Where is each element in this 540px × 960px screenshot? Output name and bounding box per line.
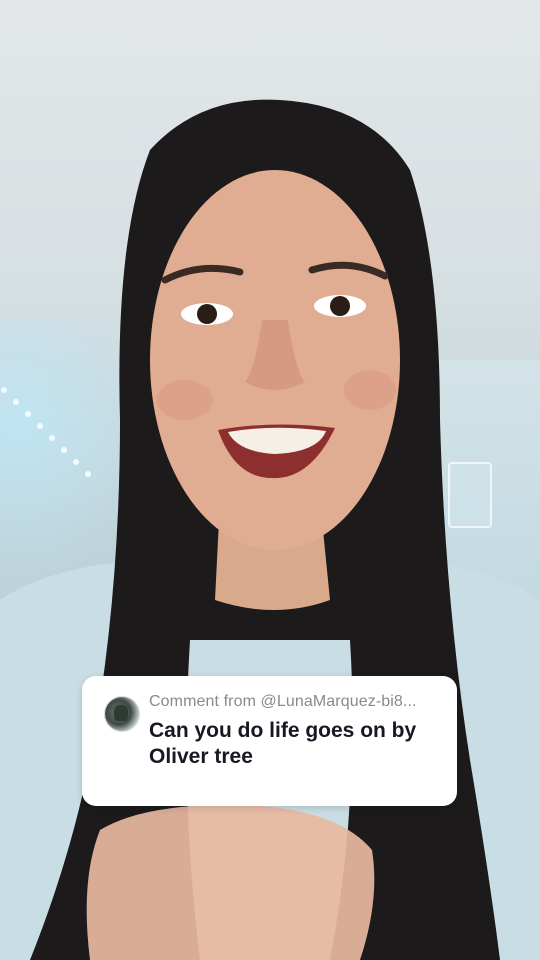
person-figure bbox=[0, 99, 540, 960]
comment-header: Comment from @LunaMarquez-bi8... bbox=[149, 693, 417, 710]
video-frame[interactable]: Comment from @LunaMarquez-bi8... Can you… bbox=[0, 0, 540, 960]
commenter-avatar[interactable] bbox=[104, 696, 140, 732]
comment-text: Can you do life goes on by Oliver tree bbox=[149, 719, 417, 768]
comment-reply-card[interactable]: Comment from @LunaMarquez-bi8... Can you… bbox=[82, 676, 457, 806]
